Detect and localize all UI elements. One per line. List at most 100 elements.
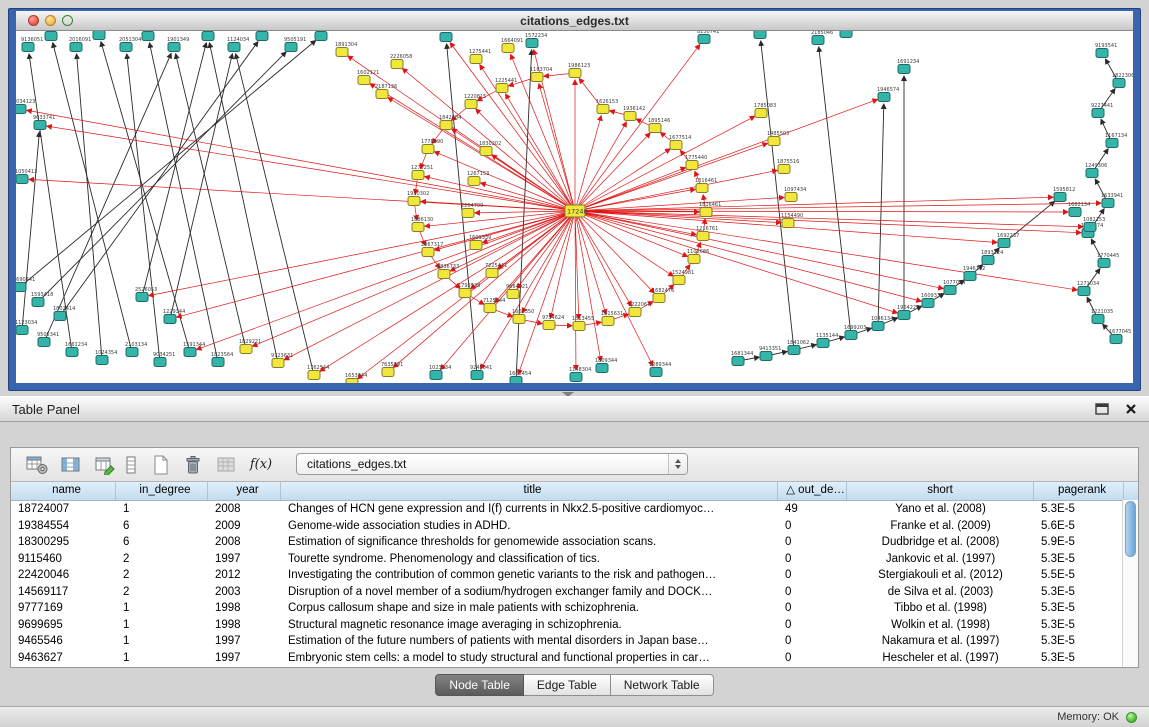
network-window-titlebar[interactable]: citations_edges.txt — [16, 11, 1133, 31]
graph-node[interactable]: 1699203 — [844, 325, 866, 340]
graph-node[interactable]: 1289344 — [649, 362, 671, 377]
graph-node[interactable]: 1936142 — [623, 106, 645, 121]
graph-node[interactable]: 2103134 — [125, 342, 147, 357]
graph-node[interactable]: 2016091 — [69, 37, 91, 52]
graph-node[interactable]: 1691234 — [897, 59, 919, 74]
column-header-title[interactable]: title — [281, 482, 778, 500]
column-header-indegree[interactable]: in_degree — [116, 482, 208, 500]
graph-node[interactable]: 9505341 — [37, 332, 59, 347]
table-row[interactable]: 1872400712008Changes of HCN gene express… — [11, 501, 1138, 518]
graph-node[interactable]: 1829221 — [239, 339, 261, 354]
graph-node[interactable]: 8530741 — [439, 31, 461, 42]
scrollbar-thumb[interactable] — [1125, 501, 1136, 557]
graph-node[interactable]: 1682476 — [652, 288, 674, 303]
graph-node[interactable]: 2051304 — [119, 37, 141, 52]
graph-node[interactable]: 1626153 — [596, 99, 618, 114]
graph-node[interactable]: 1102686 — [687, 249, 709, 264]
graph-node[interactable]: 1225441 — [495, 78, 517, 93]
window-minimize-button[interactable] — [45, 15, 56, 26]
graph-node[interactable]: 1023234 — [429, 365, 451, 380]
table-row[interactable]: 977716911998Corpus callosum shape and si… — [11, 600, 1138, 617]
window-zoom-button[interactable] — [62, 15, 73, 26]
close-panel-icon[interactable] — [1125, 403, 1137, 415]
graph-node[interactable]: 2226058 — [390, 54, 412, 69]
graph-node[interactable]: 1633941 — [1101, 193, 1123, 208]
graph-node[interactable]: 1602121 — [357, 70, 379, 85]
graph-node[interactable]: 1097434 — [784, 187, 806, 202]
graph-node[interactable]: 1046134 — [871, 316, 893, 331]
table-row[interactable]: 2242004622012Investigating the contribut… — [11, 567, 1138, 584]
graph-node[interactable]: 1664091 — [501, 38, 523, 53]
graph-node[interactable]: 1809344 — [595, 358, 617, 373]
graph-node[interactable]: 1895146 — [648, 118, 670, 133]
graph-node[interactable]: 1590513 — [314, 31, 336, 41]
graph-node[interactable]: 9664221 — [506, 284, 528, 299]
column-header-pagerank[interactable]: pagerank — [1034, 482, 1124, 500]
graph-node[interactable]: 1762544 — [307, 365, 329, 380]
graph-node[interactable]: 8130741 — [697, 31, 719, 44]
column-header-short[interactable]: short — [847, 482, 1034, 500]
graph-node[interactable]: 1891304 — [335, 42, 357, 57]
graph-node[interactable]: 1135144 — [816, 333, 838, 348]
tab-node-table[interactable]: Node Table — [435, 674, 524, 696]
graph-node[interactable]: 1222067 — [628, 302, 650, 317]
graph-node[interactable]: 1964225 — [897, 305, 919, 320]
graph-node[interactable]: 9690441 — [16, 277, 35, 292]
network-graph[interactable]: 1986123118370412254411220815184200417785… — [16, 31, 1133, 383]
graph-node[interactable]: 1077034 — [943, 280, 965, 295]
select-columns-icon[interactable] — [57, 452, 85, 477]
table-row[interactable]: 969969511998Structural magnetic resonanc… — [11, 617, 1138, 634]
graph-node[interactable]: 1802046 — [255, 31, 277, 41]
graph-node[interactable]: 1229344 — [163, 309, 185, 324]
graph-node[interactable]: 1220815 — [464, 94, 486, 109]
graph-node[interactable]: 9754624 — [542, 315, 564, 330]
graph-node[interactable]: 1822306 — [1112, 73, 1133, 88]
graph-node[interactable]: 2067317 — [421, 242, 443, 257]
graph-node[interactable]: 1775440 — [685, 155, 707, 170]
hub-node[interactable]: 17240 — [565, 205, 588, 217]
table-row[interactable]: 946554611997Estimation of the future num… — [11, 633, 1138, 650]
graph-node[interactable]: 1124034 — [227, 37, 249, 52]
graph-node[interactable]: 1893124 — [981, 250, 1003, 265]
graph-node[interactable]: 1024354 — [95, 350, 117, 365]
graph-node[interactable]: 9227441 — [1091, 103, 1113, 118]
graph-node[interactable]: 1595812 — [1053, 187, 1075, 202]
graph-node[interactable]: 1148304 — [569, 367, 591, 382]
graph-node[interactable]: 1778590 — [421, 139, 443, 154]
graph-node[interactable]: 1123034 — [16, 320, 37, 335]
table-row[interactable]: 1938455462009Genome-wide association stu… — [11, 518, 1138, 535]
graph-node[interactable]: 1572234 — [525, 33, 547, 48]
graph-node[interactable]: 1677045 — [1109, 329, 1131, 344]
graph-node[interactable]: 2204709 — [461, 203, 483, 218]
graph-node[interactable]: 1221035 — [1091, 309, 1113, 324]
graph-node[interactable]: 1593418 — [31, 292, 53, 307]
graph-node[interactable]: 1901349 — [167, 37, 189, 52]
graph-node[interactable]: 9245041 — [470, 365, 492, 380]
graph-node[interactable]: 1842004 — [439, 115, 461, 130]
graph-node[interactable]: 7225441 — [485, 263, 507, 278]
graph-node[interactable]: 9136051 — [21, 37, 43, 52]
graph-node[interactable]: 2526053 — [135, 287, 157, 302]
graph-node[interactable]: 2187136 — [375, 84, 397, 99]
graph-node[interactable]: 1615631 — [601, 311, 623, 326]
graph-node[interactable]: 1986123 — [568, 63, 590, 78]
graph-node[interactable]: 7635291 — [381, 362, 403, 377]
table-settings-icon[interactable] — [23, 452, 51, 477]
float-panel-icon[interactable] — [1095, 403, 1109, 415]
graph-node[interactable]: 9193541 — [1095, 43, 1117, 58]
new-column-icon[interactable] — [147, 452, 175, 477]
graph-node[interactable]: 1930302 — [407, 191, 429, 206]
delete-column-icon[interactable] — [179, 452, 207, 477]
graph-node[interactable]: 1249306 — [1085, 163, 1107, 178]
graph-node[interactable]: 1221605 — [753, 31, 775, 39]
graph-node[interactable]: 1816461 — [699, 202, 721, 217]
graph-node[interactable]: 1605487 — [839, 31, 861, 38]
column-header-name[interactable]: name — [11, 482, 116, 500]
edit-columns-icon[interactable] — [91, 452, 119, 477]
table-selector-dropdown[interactable]: citations_edges.txt — [296, 453, 688, 475]
row-options-icon[interactable] — [121, 452, 141, 477]
column-header-outde[interactable]: △ out_de… — [778, 482, 847, 500]
graph-node[interactable]: 1275441 — [469, 49, 491, 64]
graph-node[interactable]: 1681344 — [731, 351, 753, 366]
graph-node[interactable]: 1946152 — [963, 266, 985, 281]
